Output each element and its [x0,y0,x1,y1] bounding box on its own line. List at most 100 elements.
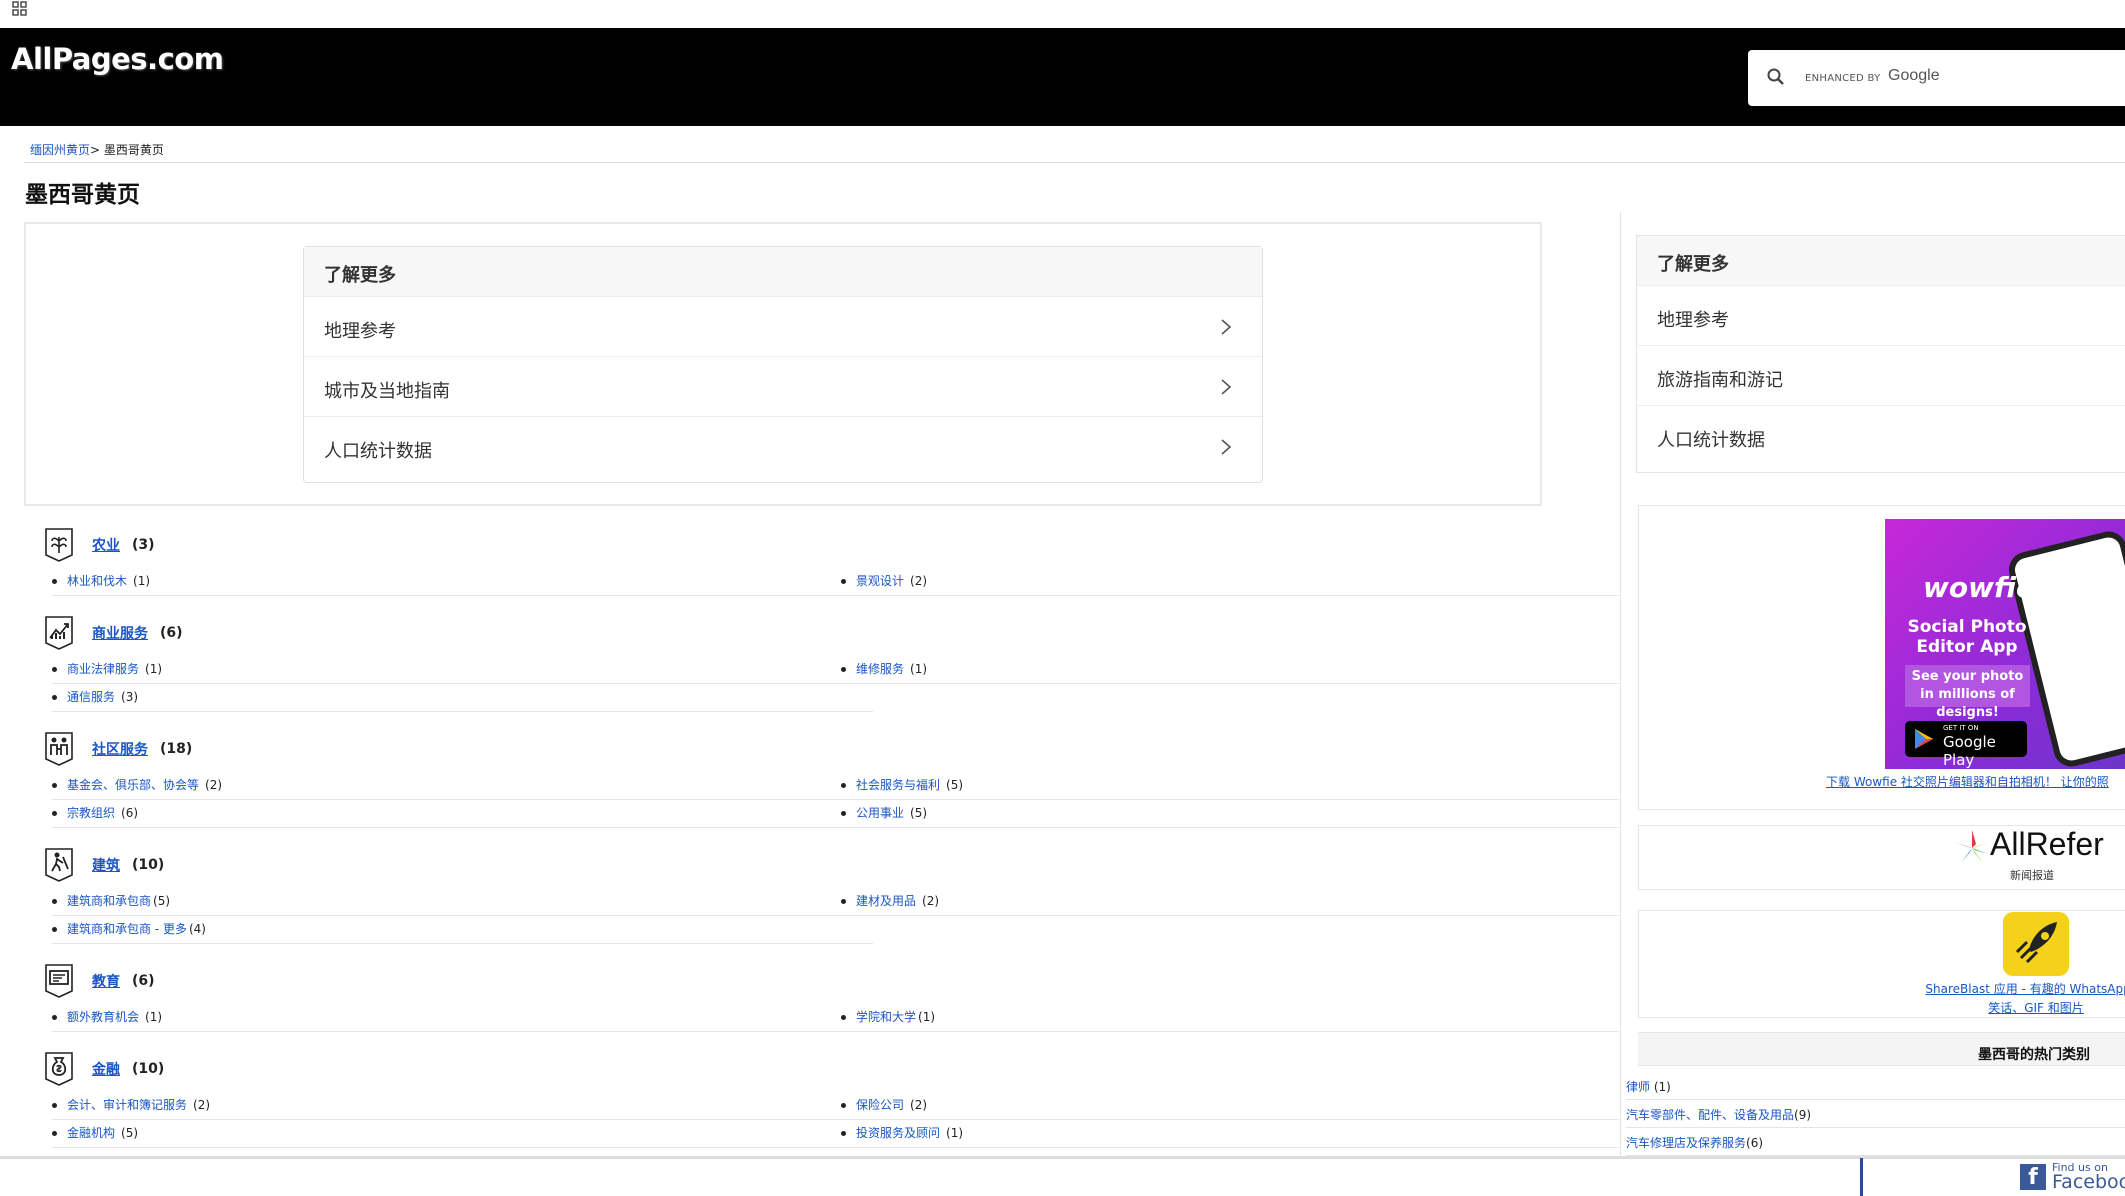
category-link[interactable]: 建筑 [92,855,120,875]
category-count: (6) [160,625,183,641]
popular-categories-title: 墨西哥的热门类别 [1978,1047,2090,1063]
subcategory-count: (5) [121,1126,139,1140]
learn-more-box: 了解更多 地理参考 城市及当地指南 人口统计数据 [303,246,1263,483]
subcategory-link[interactable]: 宗教组织 [67,806,115,820]
google-play-small-label: GET IT ON [1943,724,1979,732]
popular-category-link[interactable]: 汽车修理店及保养服务 [1626,1136,1746,1150]
footer-accent-bar [1860,1158,1863,1196]
people-icon [45,732,73,766]
subcategory-link[interactable]: 额外教育机会 [67,1010,139,1024]
education-icon [45,964,73,998]
top-strip [0,0,2125,28]
chevron-right-icon [1221,319,1232,335]
subcategory-count: (1) [918,1010,936,1024]
list-item: 维修服务 (1) [841,656,1619,684]
subcategory-count: (1) [910,662,928,676]
subcategory-count: (2) [910,574,928,588]
subcategory-count: (3) [121,690,139,704]
side-learn-more-item-travel[interactable]: 旅游指南和游记 [1637,346,2125,406]
column-divider [1620,212,1621,1158]
learn-more-item-city-guides[interactable]: 城市及当地指南 [304,357,1262,417]
shareblast-link-line2[interactable]: 笑话、GIF 和图片 [1988,1001,2084,1015]
money-bag-icon [45,1052,73,1086]
learn-more-item-label: 人口统计数据 [324,441,432,462]
subcategory-link[interactable]: 维修服务 [856,662,904,676]
google-play-badge[interactable]: GET IT ON Google Play [1905,721,2027,769]
category-link[interactable]: 社区服务 [92,739,148,759]
list-item: 金融机构 (5) [52,1120,873,1148]
play-store-icon [1915,729,1933,749]
list-item: 景观设计 (2) [841,568,1619,596]
apps-grid-icon[interactable] [12,1,28,17]
list-item: 宗教组织 (6) [52,800,873,828]
subcategory-link[interactable]: 建筑商和承包商 [67,894,151,908]
list-item: 建材及用品 (2) [841,888,1619,916]
category-link[interactable]: 金融 [92,1059,120,1079]
subcategory-link[interactable]: 林业和伐木 [67,574,127,588]
learn-more-item-label: 城市及当地指南 [324,381,450,402]
category-link[interactable]: 农业 [92,535,120,555]
chart-icon [45,616,73,650]
list-item: 商业法律服务 (1) [52,656,873,684]
list-item: 通信服务 (3) [52,684,873,712]
shareblast-rocket-icon[interactable] [2003,912,2069,976]
wowfie-headline: Social Photo Editor App [1907,617,2027,657]
search-box[interactable]: ENHANCED BY Google [1748,50,2125,106]
popular-category-link[interactable]: 律师 [1626,1080,1650,1094]
breadcrumb-parent-link[interactable]: 缅因州黄页 [30,143,90,157]
subcategory-link[interactable]: 保险公司 [856,1098,904,1112]
popular-category-count: (1) [1653,1080,1671,1094]
wowfie-tagline: See your photo in millions of designs! [1905,665,2030,720]
list-item: 汽车零部件、配件、设备及用品(9) [1626,1100,2125,1128]
subcategory-link[interactable]: 基金会、俱乐部、协会等 [67,778,199,792]
learn-more-item-label: 地理参考 [324,321,396,342]
search-icon[interactable] [1766,67,1786,87]
learn-more-title: 了解更多 [304,247,1262,297]
subcategory-link[interactable]: 通信服务 [67,690,115,704]
shareblast-link-line1[interactable]: ShareBlast 应用 - 有趣的 WhatsApp 表 [1925,982,2125,996]
subcategory-link[interactable]: 建筑商和承包商 - 更多 [67,922,187,936]
subcategory-link[interactable]: 投资服务及顾问 [856,1126,940,1140]
subcategory-link[interactable]: 会计、审计和簿记服务 [67,1098,187,1112]
side-learn-more-item-geography[interactable]: 地理参考 [1637,286,2125,346]
popular-category-link[interactable]: 汽车零部件、配件、设备及用品 [1626,1108,1794,1122]
subcategory-link[interactable]: 景观设计 [856,574,904,588]
side-learn-more-item-label: 旅游指南和游记 [1657,370,1783,391]
site-logo[interactable]: AllPages.com [11,42,224,76]
subcategory-link[interactable]: 社会服务与福利 [856,778,940,792]
wowfie-logo: wowfie [1923,571,2035,604]
subcategory-link[interactable]: 学院和大学 [856,1010,916,1024]
facebook-label: Facebook [2052,1171,2125,1193]
ad-wowfie-link[interactable]: 下载 Wowfie 社交照片编辑器和自拍相机！ 让你的照 [1826,773,2109,790]
subcategory-link[interactable]: 建材及用品 [856,894,916,908]
subcategory-count: (2) [193,1098,211,1112]
subcategory-link[interactable]: 公用事业 [856,806,904,820]
popular-category-count: (6) [1746,1136,1764,1150]
side-learn-more-item-label: 人口统计数据 [1657,430,1765,451]
subcategory-count: (2) [205,778,223,792]
subcategory-link[interactable]: 商业法律服务 [67,662,139,676]
subcategory-link[interactable]: 金融机构 [67,1126,115,1140]
subcategory-count: (1) [133,574,151,588]
side-learn-more-title: 了解更多 [1637,236,2125,286]
category-link[interactable]: 教育 [92,971,120,991]
list-item: 保险公司 (2) [841,1092,1619,1120]
list-item: 学院和大学 (1) [841,1004,1619,1032]
allrefer-logo[interactable]: AllRefer [1950,826,2104,863]
ad-wowfie-banner[interactable]: wowfie Social Photo Editor App See your … [1885,519,2125,769]
subcategory-count: (5) [153,894,171,908]
side-learn-more-item-label: 地理参考 [1657,310,1729,331]
google-play-label: Google Play [1943,733,1996,769]
list-item: 汽车修理店及保养服务(6) [1626,1128,2125,1156]
subcategory-count: (5) [946,778,964,792]
learn-more-item-demographics[interactable]: 人口统计数据 [304,417,1262,477]
subcategory-count: (1) [145,1010,163,1024]
category-link[interactable]: 商业服务 [92,623,148,643]
page-title: 墨西哥黄页 [25,182,140,208]
learn-more-item-geography[interactable]: 地理参考 [304,297,1262,357]
side-learn-more-item-demographics[interactable]: 人口统计数据 [1637,406,2125,466]
ad-shareblast-link[interactable]: ShareBlast 应用 - 有趣的 WhatsApp 表 笑话、GIF 和图… [1911,980,2125,1018]
search-enhanced-label: ENHANCED BY [1805,73,1881,84]
search-google-label: Google [1888,67,1940,84]
site-header: AllPages.com ENHANCED BY Google [0,28,2125,126]
